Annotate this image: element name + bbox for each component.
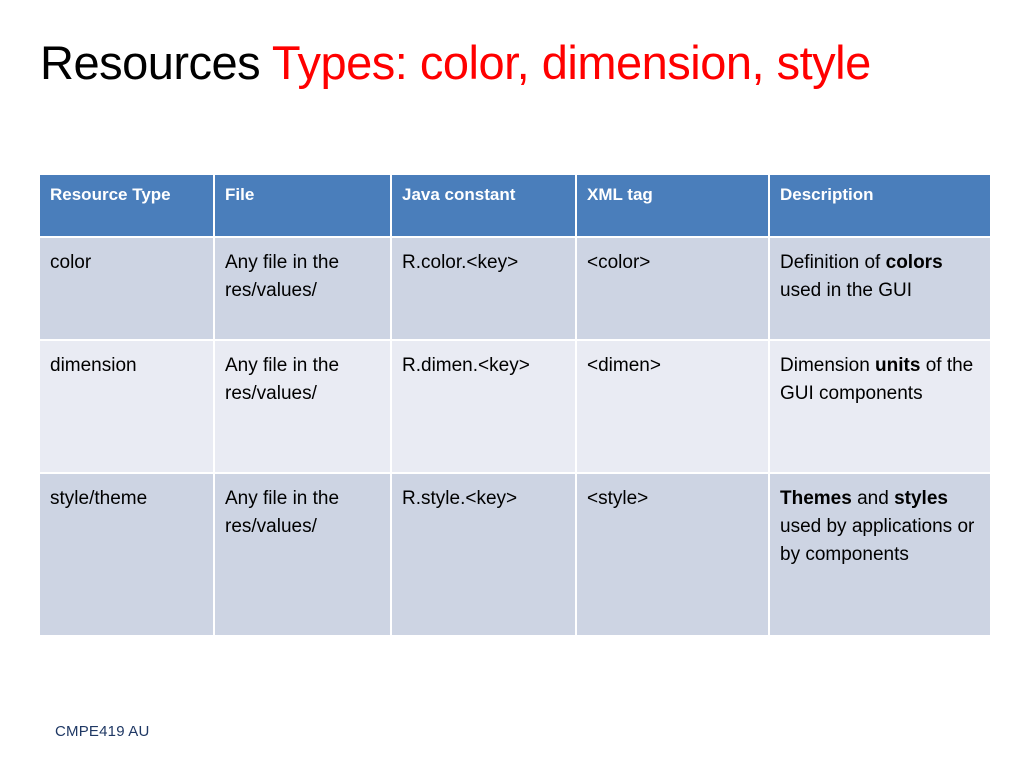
description-text-emphasis-2: styles [894,488,948,509]
cell-description: Themes and styles used by applications o… [770,474,990,637]
cell-resource-type: dimension [40,341,215,474]
cell-xml-tag: <dimen> [577,341,770,474]
column-header-file: File [215,175,392,238]
cell-java-constant: R.color.<key> [392,238,577,341]
cell-resource-type: color [40,238,215,341]
description-text-tail: used in the GUI [780,280,913,301]
cell-xml-tag: <style> [577,474,770,637]
description-text-emphasis: Themes [780,488,852,509]
description-text-lead: Definition of [780,252,886,273]
page-title-accent: Types: color, dimension, style [271,36,871,89]
resource-types-table: Resource Type File Java constant XML tag… [40,175,990,637]
cell-java-constant: R.dimen.<key> [392,341,577,474]
cell-file: Any file in the res/values/ [215,474,392,637]
description-text-emphasis: units [875,355,921,376]
cell-xml-tag: <color> [577,238,770,341]
cell-java-constant: R.style.<key> [392,474,577,637]
table-row: dimension Any file in the res/values/ R.… [40,341,990,474]
description-text-lead: Dimension [780,355,876,376]
description-text-emphasis: colors [885,252,943,273]
description-text-tail: used by applications or by components [780,516,975,565]
description-text-mid: and [851,488,895,509]
cell-description: Definition of colors used in the GUI [770,238,990,341]
column-header-description: Description [770,175,990,238]
cell-file: Any file in the res/values/ [215,341,392,474]
table-header-row: Resource Type File Java constant XML tag… [40,175,990,238]
cell-description: Dimension units of the GUI components [770,341,990,474]
column-header-xml-tag: XML tag [577,175,770,238]
page-title-primary: Resources [40,36,272,89]
page-title: Resources Types: color, dimension, style [40,34,990,92]
cell-file: Any file in the res/values/ [215,238,392,341]
column-header-resource-type: Resource Type [40,175,215,238]
table-row: style/theme Any file in the res/values/ … [40,474,990,637]
slide-footer: CMPE419 AU [55,723,150,740]
cell-resource-type: style/theme [40,474,215,637]
table-row: color Any file in the res/values/ R.colo… [40,238,990,341]
column-header-java-constant: Java constant [392,175,577,238]
